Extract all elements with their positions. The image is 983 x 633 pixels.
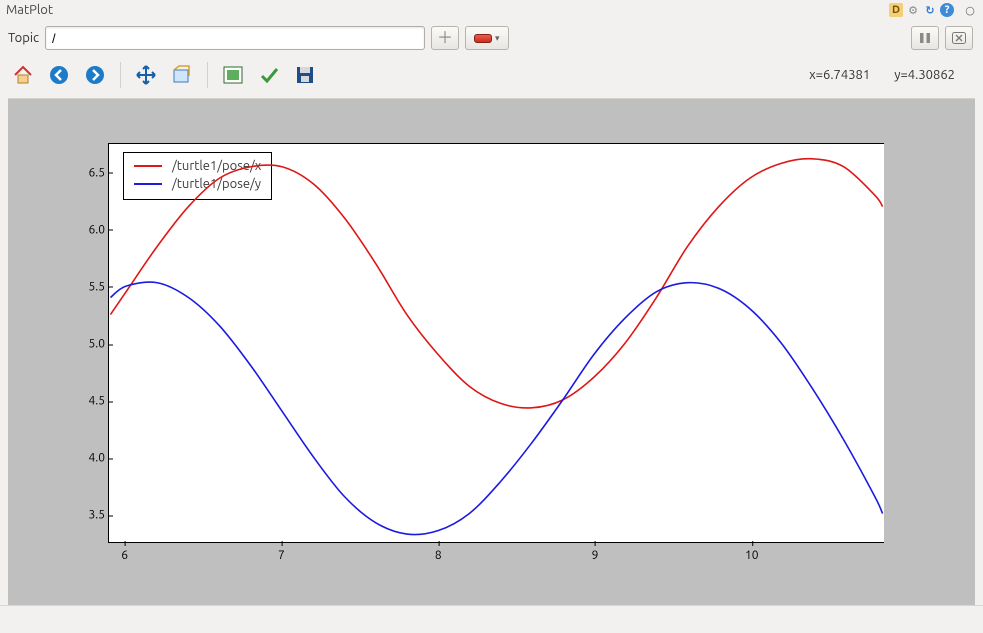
plus-icon: ＋ [437, 30, 453, 46]
pause-icon [919, 32, 931, 44]
x-tick-label: 9 [592, 549, 599, 562]
chevron-down-icon: ▾ [495, 33, 500, 44]
forward-button[interactable] [82, 62, 108, 88]
status-bar [0, 605, 983, 633]
clear-icon [952, 32, 966, 44]
axes-edit-button[interactable] [256, 62, 282, 88]
topic-label: Topic [8, 31, 39, 45]
plot-lines [109, 144, 884, 542]
forward-icon [84, 64, 106, 86]
topic-input[interactable] [45, 26, 425, 50]
clear-button[interactable] [945, 26, 973, 50]
add-topic-button[interactable]: ＋ [431, 26, 459, 50]
zoom-button[interactable] [169, 62, 195, 88]
window-titlebar: MatPlot D ⚙ ↻ ? ○ [0, 0, 983, 20]
back-button[interactable] [46, 62, 72, 88]
y-tick-label: 4.5 [69, 395, 105, 408]
plot-canvas[interactable]: /turtle1/pose/x /turtle1/pose/y 3.54.04.… [8, 98, 975, 608]
window-title: MatPlot [6, 3, 53, 17]
topic-bar: Topic ＋ ▾ [0, 20, 983, 56]
save-button[interactable] [292, 62, 318, 88]
save-icon [294, 64, 316, 86]
x-tick-label: 10 [745, 549, 759, 562]
plot-axes: /turtle1/pose/x /turtle1/pose/y 3.54.04.… [108, 143, 884, 543]
check-icon [258, 64, 280, 86]
home-button[interactable] [10, 62, 36, 88]
y-tick-label: 4.0 [69, 452, 105, 465]
y-tick-label: 3.5 [69, 509, 105, 522]
y-tick-label: 5.5 [69, 280, 105, 293]
help-icon[interactable]: ? [940, 3, 954, 17]
y-tick-label: 5.0 [69, 338, 105, 351]
toolbar-separator [207, 62, 208, 88]
toolbar-separator [120, 62, 121, 88]
d-icon[interactable]: D [889, 3, 903, 17]
x-tick-label: 6 [121, 549, 128, 562]
y-tick-label: 6.5 [69, 166, 105, 179]
pan-button[interactable] [133, 62, 159, 88]
zoom-icon [171, 64, 193, 86]
matplotlib-toolbar: x=6.74381 y=4.30862 [0, 56, 983, 94]
minus-icon [474, 34, 492, 43]
back-icon [48, 64, 70, 86]
remove-topic-button[interactable]: ▾ [465, 26, 509, 50]
reload-icon[interactable]: ↻ [923, 3, 937, 17]
gear-icon[interactable]: ⚙ [906, 3, 920, 17]
series-line [110, 159, 882, 408]
busy-icon: ○ [963, 3, 977, 17]
cursor-x-readout: x=6.74381 [809, 68, 870, 82]
series-line [110, 282, 882, 534]
subplots-button[interactable] [220, 62, 246, 88]
pan-icon [135, 64, 157, 86]
cursor-y-readout: y=4.30862 [894, 68, 955, 82]
x-tick-label: 7 [278, 549, 285, 562]
x-tick-label: 8 [435, 549, 442, 562]
home-icon [12, 64, 34, 86]
y-tick-label: 6.0 [69, 223, 105, 236]
subplots-icon [222, 64, 244, 86]
pause-button[interactable] [911, 26, 939, 50]
